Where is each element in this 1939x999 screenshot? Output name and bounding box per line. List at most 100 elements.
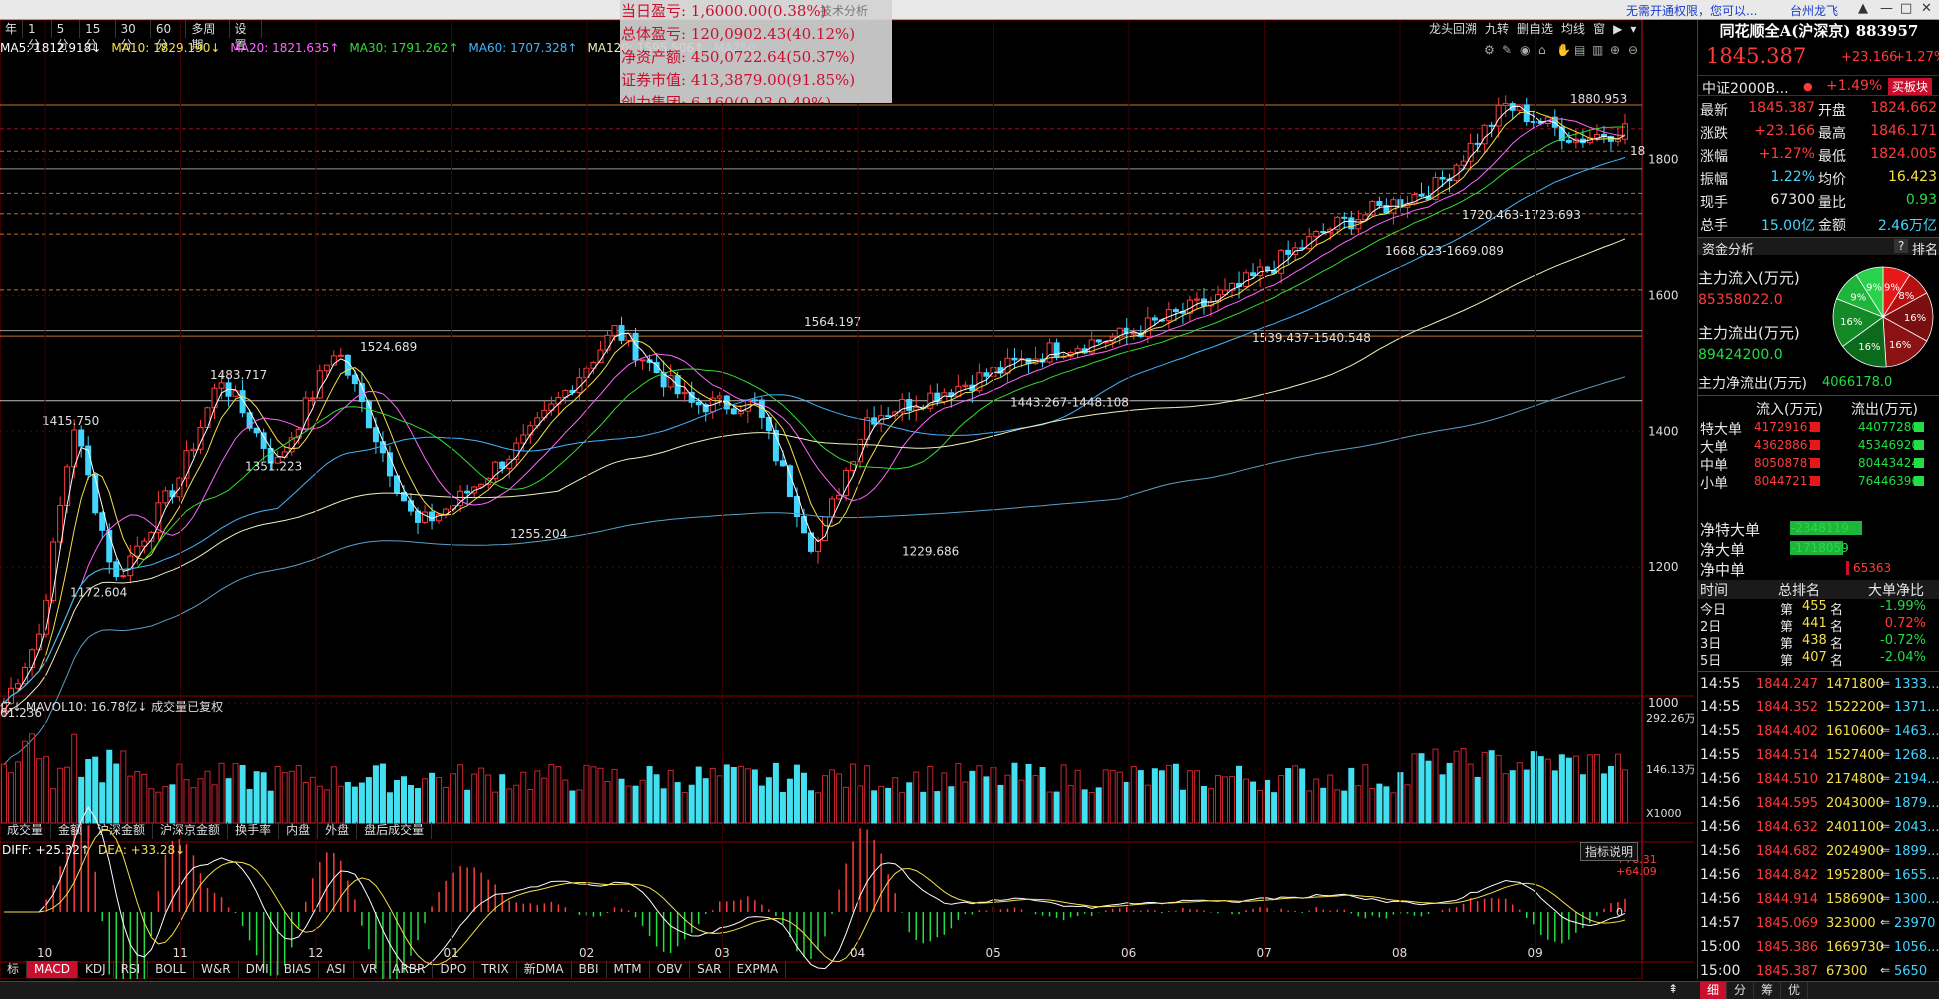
indicator-tab-9[interactable]: VR (354, 961, 386, 978)
volume-tab-2[interactable]: 沪深金额 (90, 822, 154, 839)
macd-axis-label: 0 (1616, 906, 1623, 919)
volume-bar (506, 788, 513, 824)
volume-bar (1053, 791, 1060, 824)
quote-row: 最新 1845.387 开盘 1824.662 (1698, 97, 1939, 120)
indicator-tab-1[interactable]: MACD (27, 961, 78, 978)
period-tab-7[interactable]: 设置 (230, 20, 262, 52)
period-tab-2[interactable]: 5分 (52, 20, 81, 52)
candle-body (1502, 103, 1509, 106)
indicator-tab-7[interactable]: BIAS (277, 961, 320, 978)
volume-bar (1334, 789, 1341, 824)
related-sector-row[interactable]: 中证2000B... ● +1.49% 买板块 (1698, 75, 1939, 97)
chart-tool-1[interactable]: 九转 (1481, 20, 1513, 38)
volume-tab-3[interactable]: 沪深京金额 (153, 822, 229, 839)
indicator-tab-8[interactable]: ASI (319, 961, 354, 978)
bell-icon[interactable]: ▲ (1858, 1, 1868, 16)
indicator-tab-13[interactable]: 新DMA (517, 961, 572, 978)
volume-bar (1165, 764, 1172, 824)
chart-tool-icon[interactable]: ▤ (1574, 43, 1585, 57)
period-tab-5[interactable]: 60分 (151, 20, 187, 52)
volume-bar (1186, 770, 1193, 824)
overlay-tab[interactable]: 技术分析 (820, 0, 868, 23)
sidebar-bottom-tab-1[interactable]: 分 (1727, 982, 1755, 999)
flow-out: 80443424 (1858, 456, 1920, 470)
volume-tab-7[interactable]: 盘后成交量 (357, 822, 433, 839)
indicator-tab-16[interactable]: OBV (650, 961, 691, 978)
chart-tool-icon[interactable]: ⊕ (1610, 43, 1620, 57)
chart-tool-icon[interactable]: ✋ (1556, 43, 1571, 57)
volume-bar (632, 785, 639, 824)
candle-body (1165, 309, 1172, 322)
volume-bar (330, 766, 337, 824)
month-label: 01 (444, 946, 459, 960)
indicator-tab-0[interactable]: 标 (0, 961, 28, 978)
net-name: 净特大单 (1700, 521, 1761, 539)
ma-legend-item: MA30: 1791.262↑ (349, 41, 459, 55)
chart-tool-4[interactable]: 窗 (1589, 20, 1609, 38)
chart-tool-icon[interactable]: ⚙ (1484, 43, 1495, 57)
volume-tab-5[interactable]: 内盘 (279, 822, 319, 839)
indicator-tab-3[interactable]: RSI (114, 961, 149, 978)
volume-bar (1200, 785, 1207, 824)
indicator-help-button[interactable]: 指标说明 (1580, 842, 1639, 861)
chart-tool-icon[interactable]: ◉ (1520, 43, 1530, 57)
dropdown-icon[interactable]: ▾ (1626, 20, 1640, 38)
play-icon[interactable]: ▶ (1609, 20, 1626, 38)
close-icon[interactable]: ✕ (1921, 1, 1932, 16)
chart-tool-0[interactable]: 龙头回溯 (1425, 20, 1481, 38)
scroll-top-icon[interactable]: ⇞ (1668, 982, 1678, 996)
volume-tab-0[interactable]: 成交量 (0, 822, 52, 839)
chart-tool-icon[interactable]: ✎ (1502, 43, 1512, 57)
volume-bar (744, 768, 751, 824)
chart-tool-icon[interactable]: ⊖ (1628, 43, 1638, 57)
month-label: 09 (1528, 946, 1543, 960)
indicator-tab-17[interactable]: SAR (690, 961, 730, 978)
indicator-tab-11[interactable]: DPO (433, 961, 475, 978)
period-tab-0[interactable]: 年 (0, 20, 24, 38)
indicator-tab-5[interactable]: W&R (194, 961, 239, 978)
chart-tool-2[interactable]: 删自选 (1513, 20, 1557, 38)
volume-tab-1[interactable]: 金额 (51, 822, 91, 839)
rank-header-cell: 时间 (1700, 583, 1728, 599)
volume-tab-6[interactable]: 外盘 (318, 822, 358, 839)
period-tab-1[interactable]: 1分 (23, 20, 52, 52)
permission-notice-link[interactable]: 无需开通权限，您可以... (1626, 2, 1757, 19)
sidebar-bottom-tab-0[interactable]: 细 (1700, 982, 1728, 999)
price-tick-label: 1800 (1648, 152, 1679, 166)
chart-tool-icon[interactable]: ▥ (1592, 43, 1603, 57)
buy-sector-button[interactable]: 买板块 (1888, 78, 1933, 95)
price-annotation: 1564.197 (804, 315, 861, 329)
user-name-link[interactable]: 台州龙飞 (1790, 2, 1838, 19)
sidebar-bottom-tab-2[interactable]: 筹 (1754, 982, 1782, 999)
tick-arrow-icon: ⇐ (1880, 747, 1891, 761)
rank-header-cell: 总排名 (1778, 583, 1820, 599)
main-net-value: 4066178.0 (1822, 375, 1893, 390)
indicator-tab-14[interactable]: BBI (572, 961, 607, 978)
chart-tool-3[interactable]: 均线 (1557, 20, 1589, 38)
price-annotation: 1524.689 (360, 340, 417, 354)
quote-value: 2.46万亿 (1877, 218, 1937, 234)
indicator-tab-12[interactable]: TRIX (474, 961, 517, 978)
flow-name: 小单 (1700, 476, 1728, 492)
maximize-icon[interactable]: □ (1900, 1, 1912, 16)
period-tab-3[interactable]: 15分 (80, 20, 116, 52)
sidebar-bottom-tab-3[interactable]: 优 (1781, 982, 1809, 999)
indicator-tab-6[interactable]: DMI (239, 961, 277, 978)
indicator-tab-10[interactable]: ARBR (385, 961, 434, 978)
chart-tool-icon[interactable]: ⌂ (1538, 43, 1546, 57)
volume-tab-4[interactable]: 换手率 (228, 822, 280, 839)
minimize-icon[interactable]: — (1880, 1, 1893, 16)
volume-bar (1418, 753, 1425, 824)
period-tab-4[interactable]: 30分 (116, 20, 151, 52)
fund-help-button[interactable]: ? (1894, 239, 1909, 253)
tick-price: 1844.595 (1756, 796, 1819, 811)
indicator-tab-18[interactable]: EXPMA (730, 961, 787, 978)
candle-body (815, 540, 821, 552)
fund-rank-button[interactable]: 排名 (1912, 239, 1938, 258)
indicator-tab-4[interactable]: BOLL (148, 961, 194, 978)
indicator-tab-2[interactable]: KDJ (78, 961, 114, 978)
volume-bar (1222, 776, 1228, 824)
volume-bar (934, 791, 941, 824)
period-tab-6[interactable]: 多周期 (186, 20, 230, 52)
indicator-tab-15[interactable]: MTM (607, 961, 650, 978)
